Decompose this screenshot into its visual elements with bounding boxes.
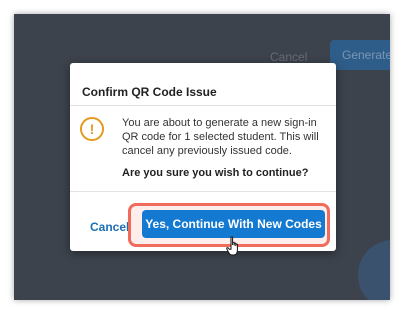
dialog-confirm-question: Are you sure you wish to continue? [122, 167, 309, 179]
warning-icon: ! [80, 117, 104, 141]
background-decoration [358, 240, 390, 300]
dialog-message: You are about to generate a new sign-in … [122, 117, 319, 157]
background-cancel-button: Cancel [270, 50, 308, 64]
continue-button[interactable]: Yes, Continue With New Codes [142, 210, 325, 238]
cancel-button[interactable]: Cancel [90, 220, 129, 234]
confirm-dialog: Confirm QR Code Issue ! You are about to… [70, 63, 336, 251]
background-generate-button: Generate [330, 40, 390, 70]
dialog-header-divider [70, 105, 336, 106]
dialog-title: Confirm QR Code Issue [82, 85, 217, 99]
dialog-footer-divider [70, 191, 336, 192]
hand-cursor-icon [226, 236, 238, 256]
